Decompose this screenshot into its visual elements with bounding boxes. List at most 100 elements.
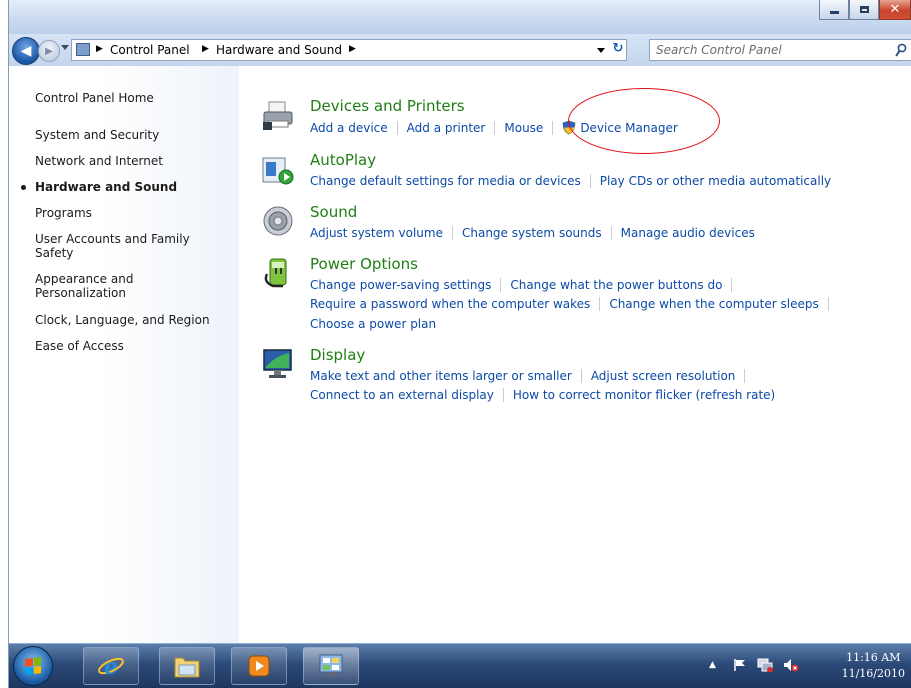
autoplay-icon[interactable] — [261, 152, 295, 186]
change-default-media-settings-link[interactable]: Change default settings for media or dev… — [310, 174, 581, 188]
control-panel-icon — [319, 654, 343, 676]
close-button[interactable]: ✕ — [879, 0, 911, 20]
taskbar: e ▲ 11:16 AM 11/16/2010 — [9, 643, 911, 688]
volume-muted-icon[interactable] — [783, 658, 799, 672]
power-plug-icon[interactable] — [261, 256, 295, 290]
start-button[interactable] — [13, 646, 53, 686]
connect-external-display-link[interactable]: Connect to an external display — [310, 388, 494, 402]
action-center-flag-icon[interactable] — [733, 658, 747, 672]
caption-buttons: ✕ — [819, 0, 911, 20]
autoplay-title[interactable]: AutoPlay — [310, 151, 376, 169]
choose-a-power-plan-link[interactable]: Choose a power plan — [310, 317, 436, 331]
link-separator — [744, 369, 746, 383]
link-separator — [500, 278, 502, 292]
address-bar[interactable]: ▶ Control Panel ▶ Hardware and Sound ▶ ↻ — [71, 39, 627, 61]
device-manager-link[interactable]: Device Manager — [580, 121, 677, 135]
correct-monitor-flicker-link[interactable]: How to correct monitor flicker (refresh … — [513, 388, 775, 402]
display-links-row-1: Make text and other items larger or smal… — [310, 369, 754, 383]
sound-title[interactable]: Sound — [310, 203, 357, 221]
search-icon[interactable] — [895, 43, 907, 58]
back-arrow-icon: ◀ — [20, 43, 32, 59]
sidebar-item-appearance[interactable]: Appearance and Personalization — [35, 272, 175, 300]
link-separator — [827, 297, 829, 311]
power-options-links-row-3: Choose a power plan — [310, 317, 436, 331]
link-separator — [396, 120, 398, 135]
search-input[interactable] — [656, 42, 871, 58]
power-options-links-row-2: Require a password when the computer wak… — [310, 297, 838, 311]
network-icon[interactable] — [757, 658, 773, 672]
speaker-icon[interactable] — [261, 204, 295, 238]
navigation-bar: ◀ ▶ ▶ Control Panel ▶ Hardware and Sound… — [9, 34, 911, 66]
system-tray: ▲ 11:16 AM 11/16/2010 — [703, 644, 911, 688]
power-options-title[interactable]: Power Options — [310, 255, 418, 273]
taskbar-control-panel-button[interactable] — [303, 647, 359, 685]
taskbar-internet-explorer-button[interactable]: e — [83, 647, 139, 685]
sidebar-item-user-accounts[interactable]: User Accounts and Family Safety — [35, 232, 205, 260]
sidebar-item-control-panel-home[interactable]: Control Panel Home — [35, 91, 231, 105]
clock-time: 11:16 AM — [846, 651, 901, 664]
link-separator — [451, 226, 453, 240]
breadcrumb-arrow-icon[interactable]: ▶ — [349, 44, 356, 54]
sidebar-item-system-and-security[interactable]: System and Security — [35, 128, 231, 142]
link-separator — [599, 297, 601, 311]
adjust-screen-resolution-link[interactable]: Adjust screen resolution — [591, 369, 736, 383]
folder-icon — [174, 657, 200, 678]
minimize-button[interactable] — [819, 0, 849, 20]
autoplay-links: Change default settings for media or dev… — [310, 174, 831, 188]
mouse-link[interactable]: Mouse — [504, 121, 543, 135]
make-text-larger-link[interactable]: Make text and other items larger or smal… — [310, 369, 572, 383]
forward-button[interactable]: ▶ — [38, 40, 60, 62]
change-system-sounds-link[interactable]: Change system sounds — [462, 226, 602, 240]
back-button[interactable]: ◀ — [12, 37, 40, 65]
change-when-computer-sleeps-link[interactable]: Change when the computer sleeps — [609, 297, 818, 311]
address-dropdown-icon[interactable] — [597, 48, 605, 53]
adjust-system-volume-link[interactable]: Adjust system volume — [310, 226, 443, 240]
breadcrumb-arrow-icon[interactable]: ▶ — [202, 44, 209, 54]
taskbar-windows-explorer-button[interactable] — [159, 647, 215, 685]
refresh-button[interactable]: ↻ — [610, 41, 626, 59]
link-separator — [589, 174, 591, 188]
sidebar-item-programs[interactable]: Programs — [35, 206, 231, 220]
link-separator — [552, 120, 554, 135]
add-a-device-link[interactable]: Add a device — [310, 121, 388, 135]
printer-icon[interactable] — [261, 98, 295, 132]
sidebar-item-ease-of-access[interactable]: Ease of Access — [35, 339, 231, 353]
windows-logo-icon — [25, 657, 41, 675]
play-cds-automatically-link[interactable]: Play CDs or other media automatically — [600, 174, 831, 188]
change-power-buttons-link[interactable]: Change what the power buttons do — [510, 278, 722, 292]
sidebar-item-clock-language-region[interactable]: Clock, Language, and Region — [35, 313, 231, 327]
breadcrumb-control-panel[interactable]: Control Panel — [110, 43, 190, 57]
breadcrumb-arrow-icon[interactable]: ▶ — [96, 44, 103, 54]
manage-audio-devices-link[interactable]: Manage audio devices — [621, 226, 755, 240]
recent-pages-dropdown-icon[interactable] — [61, 45, 69, 50]
taskbar-media-player-button[interactable] — [231, 647, 287, 685]
link-separator — [731, 278, 733, 292]
devices-and-printers-title[interactable]: Devices and Printers — [310, 97, 465, 115]
maximize-button[interactable] — [849, 0, 879, 20]
refresh-icon: ↻ — [612, 41, 624, 56]
monitor-icon[interactable] — [261, 347, 295, 381]
search-box[interactable] — [649, 39, 911, 61]
sound-links: Adjust system volume Change system sound… — [310, 226, 755, 240]
taskbar-clock[interactable]: 11:16 AM 11/16/2010 — [842, 650, 905, 682]
devices-and-printers-links: Add a device Add a printer Mouse Device … — [310, 120, 678, 135]
breadcrumb-hardware-and-sound[interactable]: Hardware and Sound — [216, 43, 342, 57]
show-hidden-icons-icon[interactable]: ▲ — [709, 660, 716, 670]
title-bar[interactable]: ✕ — [9, 0, 911, 34]
add-a-printer-link[interactable]: Add a printer — [407, 121, 486, 135]
clock-date: 11/16/2010 — [841, 667, 905, 680]
sidebar-item-network-and-internet[interactable]: Network and Internet — [35, 154, 231, 168]
maximize-icon — [859, 6, 869, 13]
control-panel-icon — [76, 43, 90, 56]
internet-explorer-icon: e — [98, 654, 124, 680]
display-title[interactable]: Display — [310, 346, 365, 364]
require-password-on-wake-link[interactable]: Require a password when the computer wak… — [310, 297, 590, 311]
link-separator — [610, 226, 612, 240]
main-content: Devices and Printers Add a device Add a … — [239, 66, 911, 644]
power-options-links-row-1: Change power-saving settings Change what… — [310, 278, 741, 292]
minimize-icon — [829, 11, 839, 14]
control-panel-window: ✕ ◀ ▶ ▶ Control Panel ▶ Hardware and Sou… — [8, 0, 911, 688]
change-power-saving-settings-link[interactable]: Change power-saving settings — [310, 278, 491, 292]
sidebar: Control Panel Home System and Security N… — [9, 66, 239, 644]
active-bullet-icon — [21, 185, 26, 190]
